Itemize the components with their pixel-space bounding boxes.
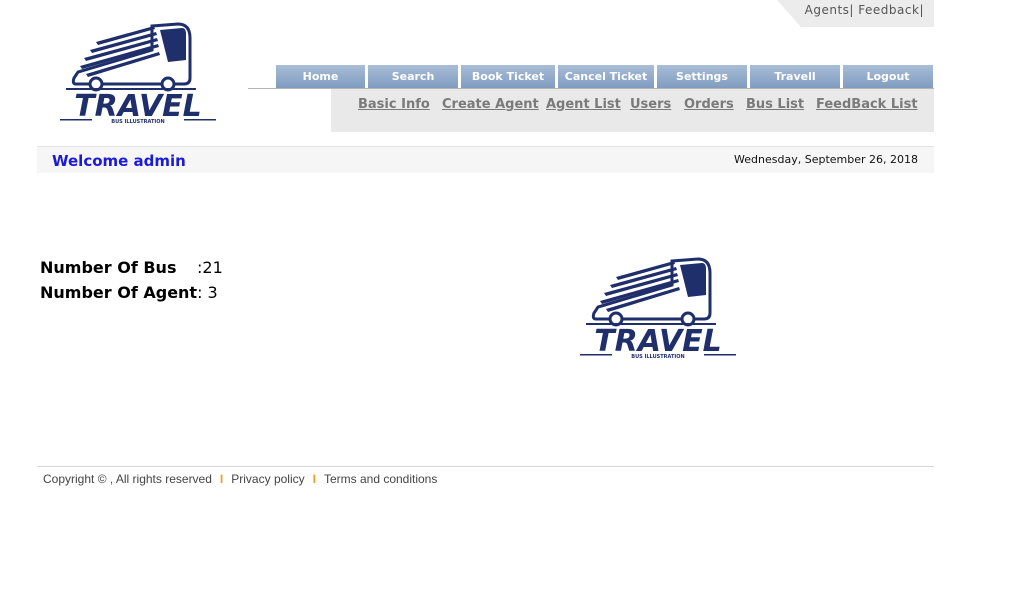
main-nav: Home Search Book Ticket Cancel Ticket Se… bbox=[276, 65, 933, 88]
footer-divider bbox=[37, 466, 934, 467]
bus-logo-icon: TRAVEL BUS ILLUSTRATION bbox=[580, 257, 736, 360]
feedback-link[interactable]: Feedback bbox=[858, 3, 919, 17]
stats-panel: Number Of Bus :21 Number Of Agent : 3 bbox=[40, 255, 223, 305]
agent-count-label: Number Of Agent bbox=[40, 283, 198, 302]
agents-link[interactable]: Agents bbox=[805, 3, 850, 17]
subnav-basic-info[interactable]: Basic Info bbox=[358, 97, 430, 112]
welcome-bar: Welcome admin Wednesday, September 26, 2… bbox=[37, 146, 934, 173]
travel-logo-center: TRAVEL BUS ILLUSTRATION bbox=[576, 255, 741, 363]
copyright-text: Copyright © , All rights reserved bbox=[43, 472, 212, 486]
nav-book-ticket[interactable]: Book Ticket bbox=[461, 65, 555, 88]
logo-subtitle: BUS ILLUSTRATION bbox=[111, 119, 164, 125]
bus-logo-icon: TRAVEL BUS ILLUSTRATION bbox=[60, 22, 216, 125]
footer-sep: I bbox=[312, 472, 316, 486]
subnav-users[interactable]: Users bbox=[630, 97, 671, 112]
travel-logo[interactable]: TRAVEL BUS ILLUSTRATION bbox=[56, 20, 221, 128]
nav-cancel-ticket[interactable]: Cancel Ticket bbox=[558, 65, 654, 88]
logo-subtitle: BUS ILLUSTRATION bbox=[631, 354, 684, 360]
footer-sep: I bbox=[219, 472, 224, 486]
top-sep: | bbox=[849, 3, 854, 17]
welcome-text: Welcome admin bbox=[52, 152, 186, 170]
subnav-create-agent[interactable]: Create Agent bbox=[442, 97, 539, 112]
subnav-orders[interactable]: Orders bbox=[684, 97, 734, 112]
bus-count-row: Number Of Bus :21 bbox=[40, 255, 223, 280]
agent-count-row: Number Of Agent : 3 bbox=[40, 280, 223, 305]
top-sep: | bbox=[919, 3, 924, 17]
bus-count-value: :21 bbox=[197, 258, 223, 277]
nav-search[interactable]: Search bbox=[368, 65, 458, 88]
top-links-inner: Agents| Feedback| bbox=[805, 3, 924, 17]
nav-logout[interactable]: Logout bbox=[843, 65, 933, 88]
sub-nav: Basic Info Create Agent Agent List Users… bbox=[331, 89, 934, 132]
subnav-bus-list[interactable]: Bus List bbox=[746, 97, 804, 112]
subnav-agent-list[interactable]: Agent List bbox=[546, 97, 621, 112]
subnav-feedback-list[interactable]: FeedBack List bbox=[816, 97, 918, 112]
nav-home[interactable]: Home bbox=[276, 65, 365, 88]
footer: Copyright © , All rights reserved I Privac… bbox=[43, 472, 437, 486]
privacy-policy-link[interactable]: Privacy policy bbox=[231, 472, 304, 486]
nav-settings[interactable]: Settings bbox=[657, 65, 747, 88]
current-date: Wednesday, September 26, 2018 bbox=[734, 153, 918, 166]
top-links: Agents| Feedback| bbox=[777, 0, 934, 27]
terms-link[interactable]: Terms and conditions bbox=[324, 472, 437, 486]
agent-count-value: : 3 bbox=[197, 283, 218, 302]
bus-count-label: Number Of Bus bbox=[40, 258, 177, 277]
nav-travell[interactable]: Travell bbox=[750, 65, 840, 88]
